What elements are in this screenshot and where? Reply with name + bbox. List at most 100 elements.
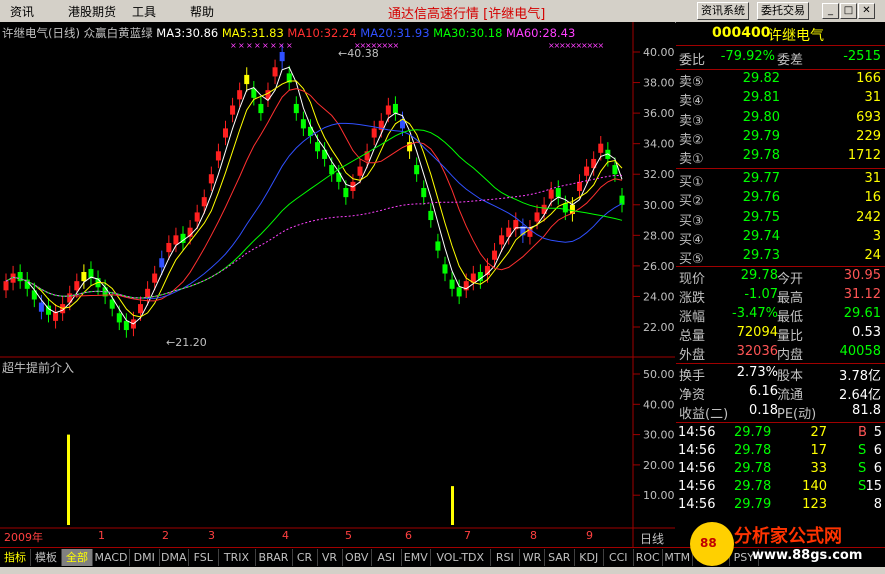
tab-vol-tdx[interactable]: VOL-TDX	[431, 549, 491, 566]
sell-level-5[interactable]: 卖⑤ 29.82 166	[676, 71, 885, 90]
time-tick-0: 2009年	[4, 531, 43, 544]
buy-level-4[interactable]: 买④ 29.74 3	[676, 229, 885, 248]
candle	[215, 151, 221, 161]
buy-level-2[interactable]: 买② 29.76 16	[676, 190, 885, 209]
low-price-marker: ←21.20	[166, 336, 207, 349]
tab-dmi[interactable]: DMI	[130, 549, 160, 566]
indicator-bar-0	[67, 434, 70, 525]
tick-row-2: 14:56 29.78 33 S 6	[678, 461, 882, 476]
tab-kdj[interactable]: KDJ	[575, 549, 604, 566]
candle	[562, 203, 568, 213]
candle	[300, 119, 306, 129]
tab-emv[interactable]: EMV	[402, 549, 431, 566]
candle	[499, 235, 505, 245]
sell-level-4[interactable]: 卖④ 29.81 31	[676, 90, 885, 109]
candle	[145, 288, 151, 298]
sell-price: 29.82	[742, 71, 780, 86]
close-icon[interactable]: ✕	[858, 3, 875, 19]
indicator-tick-4: 10.00	[643, 489, 675, 502]
trade-button[interactable]: 委托交易	[757, 2, 809, 20]
tab-asi[interactable]: ASI	[372, 549, 402, 566]
candle	[3, 281, 9, 291]
tick-row-0: 14:56 29.79 27 B 5	[678, 425, 882, 440]
ma-label-5: MA60:28.43	[502, 26, 576, 40]
watermark-title: 分析家公式网	[734, 526, 842, 547]
candle	[456, 287, 462, 297]
fund-row-0: 换手 2.73% 股本 3.78亿	[679, 365, 881, 384]
kline-chart[interactable]: × × × × × × × × ×××××××× ×××××××××× 40.0038.0036.…	[0, 22, 675, 547]
candle	[222, 128, 228, 138]
buy-level-5[interactable]: 买⑤ 29.73 24	[676, 248, 885, 267]
sell-price: 29.79	[742, 128, 780, 144]
buy-level-3[interactable]: 买③ 29.75 242	[676, 210, 885, 229]
restore-icon[interactable]: □	[840, 3, 857, 19]
period-label[interactable]: 日线	[640, 530, 664, 547]
ma-label-4: MA30:30.18	[429, 26, 503, 40]
tab-mtm[interactable]: MTM	[663, 549, 693, 566]
tab-指标[interactable]: 指标	[0, 549, 31, 566]
buy-level-1[interactable]: 买① 29.77 31	[676, 171, 885, 190]
fund-row-1: 净资 6.16 流通 2.64亿	[679, 384, 881, 403]
menu-bar: 资讯 港股期货 工具 帮助 通达信高速行情 [许继电气] 资讯系统 委托交易 _…	[0, 0, 885, 23]
tab-vr[interactable]: VR	[318, 549, 343, 566]
stat-row-1: 涨跌 -1.07 最高 31.12	[679, 287, 881, 306]
ma-label-3: MA20:31.93	[356, 26, 430, 40]
candle	[159, 258, 165, 268]
signal-marker: ×	[262, 41, 269, 50]
tab-wr[interactable]: WR	[520, 549, 545, 566]
candle	[492, 250, 498, 260]
tab-brar[interactable]: BRAR	[256, 549, 293, 566]
tab-sar[interactable]: SAR	[545, 549, 575, 566]
candle	[38, 302, 44, 312]
menu-help[interactable]: 帮助	[190, 3, 214, 20]
tab-obv[interactable]: OBV	[343, 549, 372, 566]
sell-label: 卖③	[679, 113, 704, 129]
menu-tools[interactable]: 工具	[132, 3, 156, 20]
sell-level-3[interactable]: 卖③ 29.80 693	[676, 110, 885, 129]
candle	[315, 142, 321, 152]
tab-fsl[interactable]: FSL	[189, 549, 219, 566]
menu-news[interactable]: 资讯	[10, 3, 34, 20]
stock-code: 000400	[712, 25, 771, 41]
sell-volume: 229	[856, 128, 881, 144]
sell-level-1[interactable]: 卖① 29.78 1712	[676, 148, 885, 167]
chart-area[interactable]: × × × × × × × × × × × × × × × × × × × × × × × × × × 40.00 38.00 36.…	[0, 22, 675, 547]
sell-label: 卖④	[679, 94, 704, 110]
menu-hk-futures[interactable]: 港股期货	[68, 3, 116, 20]
candle	[343, 187, 349, 198]
price-tick-9: 22.00	[643, 321, 675, 334]
signal-marker: ×	[246, 41, 253, 50]
sell-level-2[interactable]: 卖② 29.79 229	[676, 129, 885, 148]
minimize-icon[interactable]: _	[822, 3, 839, 19]
candle	[244, 74, 250, 85]
tab-全部[interactable]: 全部	[62, 549, 93, 566]
ma-label-1: MA5:31.83	[218, 26, 284, 40]
tab-cr[interactable]: CR	[293, 549, 318, 566]
candle	[152, 273, 158, 283]
time-tick-1: 1	[98, 529, 105, 542]
time-tick-8: 8	[530, 529, 537, 542]
candle	[449, 279, 455, 289]
tab-dma[interactable]: DMA	[160, 549, 189, 566]
watermark-url: www.88gs.com	[752, 548, 863, 563]
tab-macd[interactable]: MACD	[93, 549, 130, 566]
candle	[293, 103, 299, 114]
high-price-marker: ←40.38	[338, 47, 379, 60]
tab-模板[interactable]: 模板	[31, 549, 62, 566]
tick-row-3: 14:56 29.78 140 S 15	[678, 479, 882, 494]
candle	[555, 187, 561, 198]
candle	[116, 313, 122, 323]
tab-roc[interactable]: ROC	[634, 549, 663, 566]
candle	[548, 189, 554, 199]
indicator-tick-3: 20.00	[643, 459, 675, 472]
news-system-button[interactable]: 资讯系统	[697, 2, 749, 20]
candle	[428, 210, 434, 221]
price-tick-4: 32.00	[643, 168, 675, 181]
tab-rsi[interactable]: RSI	[491, 549, 520, 566]
tick-row-1: 14:56 29.78 17 S 6	[678, 443, 882, 458]
tab-cci[interactable]: CCI	[604, 549, 634, 566]
time-tick-4: 4	[282, 529, 289, 542]
tab-trix[interactable]: TRIX	[219, 549, 256, 566]
price-tick-7: 26.00	[643, 260, 675, 273]
candle	[435, 241, 441, 251]
